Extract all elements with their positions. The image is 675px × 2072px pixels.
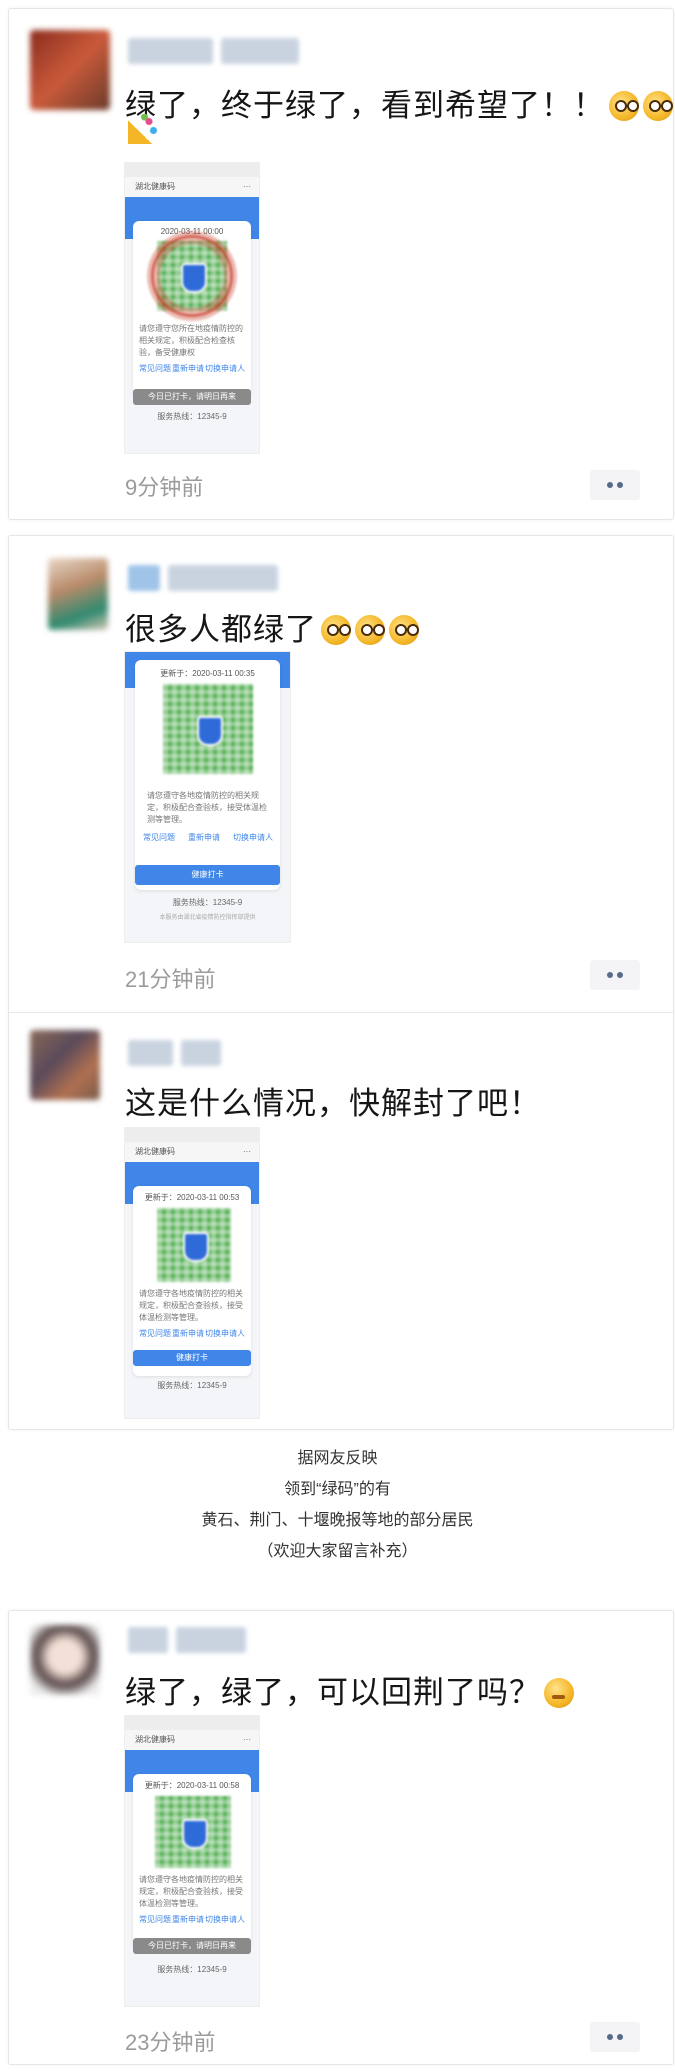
nickname-blurred [128,1040,221,1066]
checkin-button[interactable]: 健康打卡 [133,1350,251,1366]
faq-link[interactable]: 常见问题 [139,1328,171,1339]
notice-text: 请您遵守各地疫情防控的相关规定，积极配合查验核，接受体温检测等管理。 [139,1875,243,1908]
footer-note: 本服务由湖北省疫情防控指挥部提供 [159,915,256,921]
avatar[interactable] [30,1625,100,1695]
post-text: 很多人都绿了 [125,604,419,649]
post-card [8,535,674,1430]
checkin-button[interactable]: 今日已打卡，请明日再来 [133,1938,251,1954]
health-code-screenshot[interactable]: 更新于：2020-03-11 00:35 请您遵守各地疫情防控的相关规定，积极配… [125,652,290,942]
post-time: 23分钟前 [125,2030,216,2055]
notice-text: 请您遵守您所在地疫情防控的相关规定，积极配合检查核验，备受健康权 [139,324,243,357]
reapply-link[interactable]: 重新申请 [172,1914,204,1925]
action-links: 常见问题 重新申请 切换申请人 [139,1328,245,1339]
faq-link[interactable]: 常见问题 [139,363,171,374]
party-popper-icon [128,114,158,144]
action-links: 常见问题 重新申请 切换申请人 [139,363,245,374]
hotline-text: 服务热线：12345-9 [157,412,227,421]
switch-applicant-link[interactable]: 切换申请人 [205,1328,245,1339]
thinking-emoji-icon [609,91,639,121]
hotline-text: 服务热线：12345-9 [157,1381,227,1390]
thinking-emoji-icon [321,615,351,645]
caption-line: 据网友反映 [297,1450,378,1467]
post-text: 这是什么情况，快解封了吧！ [125,1086,541,1121]
switch-applicant-link[interactable]: 切换申请人 [233,832,273,843]
shield-badge-icon [197,716,223,746]
health-code-screenshot[interactable]: 湖北健康码 ··· 2020-03-11 00:00 请您遵守您所在地疫情防控的相… [125,163,259,453]
faq-link[interactable]: 常见问题 [139,1914,171,1925]
action-links: 常见问题 重新申请 切换申请人 [143,832,273,843]
caption-line: 领到“绿码”的有 [284,1481,391,1498]
shield-badge-icon [181,263,207,293]
more-button[interactable] [590,960,640,990]
notice-text: 请您遵守各地疫情防控的相关规定，积极配合查验核，接受体温检测等管理。 [139,1289,243,1322]
avatar[interactable] [30,1030,100,1100]
checkin-button[interactable]: 健康打卡 [135,865,280,885]
reapply-link[interactable]: 重新申请 [188,832,220,843]
notice-text: 请您遵守各地疫情防控的相关规定，积极配合查验核，接受体温检测等管理。 [147,791,267,824]
caption-line: （欢迎大家留言补充） [257,1543,418,1560]
app-title: 湖北健康码 [135,1735,175,1744]
nickname-blurred [128,1627,246,1653]
update-date: 更新于：2020-03-11 00:58 [144,1781,240,1790]
nickname-blurred [128,38,299,64]
more-button[interactable] [590,470,640,500]
switch-applicant-link[interactable]: 切换申请人 [205,1914,245,1925]
faq-link[interactable]: 常见问题 [143,832,175,843]
reapply-link[interactable]: 重新申请 [172,363,204,374]
avatar[interactable] [30,30,110,110]
confused-emoji-icon [544,1678,574,1708]
avatar[interactable] [48,558,108,630]
hotline-text: 服务热线：12345-9 [172,898,243,907]
checkin-button[interactable]: 今日已打卡，请明日再来 [133,389,251,405]
post-text: 绿了，终于绿了，看到希望了！！ [125,80,675,125]
thinking-emoji-icon [389,615,419,645]
reapply-link[interactable]: 重新申请 [172,1328,204,1339]
qr-code [151,235,233,317]
qr-code [157,1208,231,1282]
more-button[interactable] [590,2022,640,2052]
shield-badge-icon [183,1232,209,1262]
nickname-blurred [128,565,278,591]
switch-applicant-link[interactable]: 切换申请人 [205,363,245,374]
thinking-emoji-icon [643,91,673,121]
caption-line: 黄石、荆门、十堰晚报等地的部分居民 [201,1512,474,1529]
qr-code [155,1796,231,1868]
app-title: 湖北健康码 [135,182,175,191]
hotline-text: 服务热线：12345-9 [157,1965,227,1974]
post-time: 9分钟前 [125,475,204,500]
divider [8,1012,674,1013]
post-text: 绿了，绿了，可以回荆了吗？ [125,1667,574,1712]
app-title: 湖北健康码 [135,1147,175,1156]
post-time: 21分钟前 [125,967,216,992]
update-date: 更新于：2020-03-11 00:35 [160,669,255,678]
thinking-emoji-icon [355,615,385,645]
action-links: 常见问题 重新申请 切换申请人 [139,1914,245,1925]
health-code-screenshot[interactable]: 湖北健康码 ··· 更新于：2020-03-11 00:53 请您遵守各地疫情防控… [125,1128,259,1418]
editorial-caption: 据网友反映 领到“绿码”的有 黄石、荆门、十堰晚报等地的部分居民 （欢迎大家留言… [0,1443,675,1567]
qr-code [163,684,253,774]
health-code-screenshot[interactable]: 湖北健康码 ··· 更新于：2020-03-11 00:58 请您遵守各地疫情防控… [125,1716,259,2006]
update-date: 更新于：2020-03-11 00:53 [144,1193,240,1202]
shield-badge-icon [182,1819,208,1849]
